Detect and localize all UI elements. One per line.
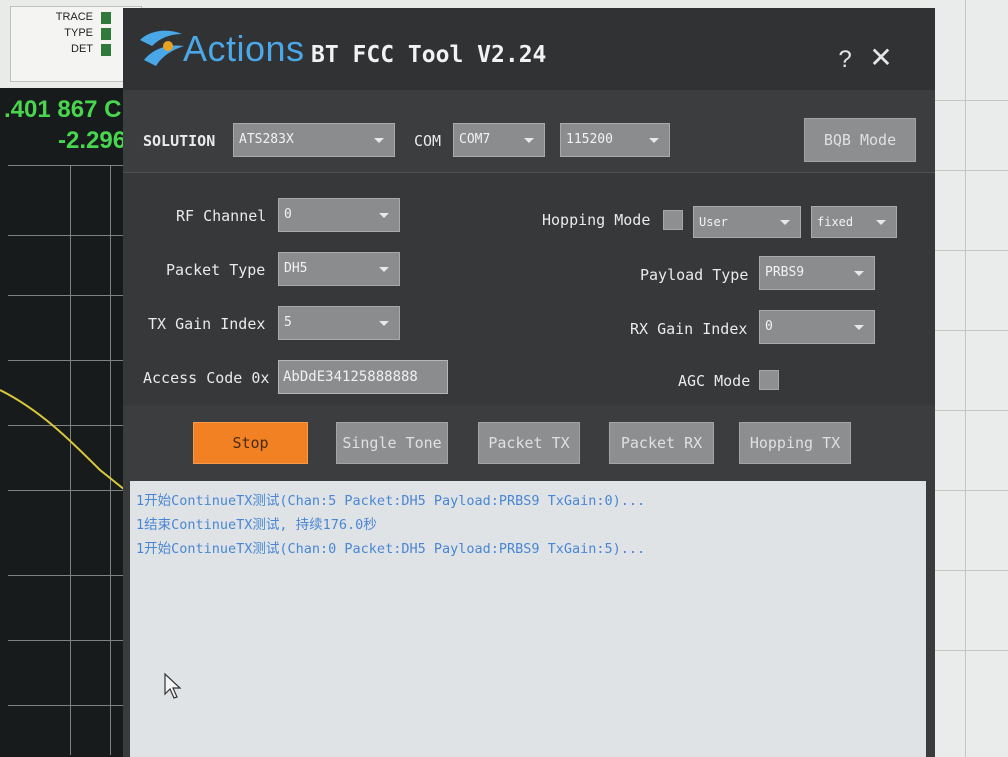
chevron-down-icon	[649, 138, 659, 143]
log-output[interactable]: 1开始ContinueTX测试(Chan:5 Packet:DH5 Payloa…	[130, 481, 926, 757]
baud-select[interactable]: 115200	[560, 123, 670, 157]
solution-select[interactable]: ATS283X	[233, 123, 395, 157]
trace-label: TRACE	[55, 11, 93, 23]
connection-bar: SOLUTION ATS283X COM COM7 115200 BQB Mod…	[123, 90, 935, 173]
chevron-down-icon	[374, 138, 384, 143]
rx-gain-select[interactable]: 0	[759, 310, 875, 344]
com-label: COM	[414, 132, 442, 150]
log-line: 1开始ContinueTX测试(Chan:0 Packet:DH5 Payloa…	[136, 541, 646, 557]
marker-frequency: .401 867 C	[4, 96, 122, 123]
spectrum-trace	[0, 389, 126, 491]
chevron-down-icon	[379, 321, 389, 326]
payload-type-select[interactable]: PRBS9	[759, 256, 875, 290]
tx-gain-value: 5	[284, 315, 292, 330]
mouse-cursor-icon	[164, 672, 182, 699]
tx-gain-label: TX Gain Index	[148, 315, 266, 333]
packet-type-value: DH5	[284, 261, 308, 276]
payload-type-value: PRBS9	[765, 265, 805, 280]
chevron-down-icon	[854, 325, 864, 330]
rf-channel-label: RF Channel	[176, 207, 267, 225]
access-code-label: Access Code 0x	[143, 369, 270, 387]
chevron-down-icon	[876, 220, 886, 225]
baud-value: 115200	[566, 132, 613, 147]
brand-name: Actions	[183, 28, 305, 69]
chevron-down-icon	[379, 213, 389, 218]
chevron-down-icon	[854, 271, 864, 276]
test-parameters: RF Channel 0 Packet Type DH5 TX Gain Ind…	[123, 173, 935, 405]
payload-type-label: Payload Type	[640, 266, 749, 284]
packet-rx-button[interactable]: Packet RX	[609, 422, 714, 464]
access-code-input[interactable]: AbDdE34125888888	[278, 360, 448, 394]
rx-gain-label: RX Gain Index	[630, 320, 748, 338]
det-label: DET	[71, 43, 93, 55]
det-tag	[101, 44, 111, 56]
close-button[interactable]: ✕	[869, 44, 893, 72]
actions-logo-icon	[140, 30, 184, 66]
packet-tx-button[interactable]: Packet TX	[478, 422, 580, 464]
chevron-down-icon	[379, 267, 389, 272]
agc-mode-checkbox[interactable]	[759, 370, 779, 390]
chevron-down-icon	[524, 138, 534, 143]
rf-channel-select[interactable]: 0	[278, 198, 400, 232]
packet-type-select[interactable]: DH5	[278, 252, 400, 286]
sheet-line	[965, 0, 966, 757]
type-label: TYPE	[64, 27, 93, 39]
com-value: COM7	[459, 132, 491, 147]
solution-value: ATS283X	[239, 132, 294, 147]
fcc-tool-window: Actions BT FCC Tool V2.24 ? ✕ SOLUTION A…	[123, 8, 935, 757]
chevron-down-icon	[780, 220, 790, 225]
window-title: BT FCC Tool V2.24	[311, 42, 547, 68]
stop-button[interactable]: Stop	[193, 422, 308, 464]
rx-gain-value: 0	[765, 319, 773, 334]
hopping-mode-checkbox[interactable]	[663, 210, 683, 230]
hopping-fixed-value: fixed	[817, 215, 854, 229]
solution-label: SOLUTION	[143, 132, 216, 150]
log-line: 1开始ContinueTX测试(Chan:5 Packet:DH5 Payloa…	[136, 493, 646, 509]
hopping-fixed-select[interactable]: fixed	[811, 206, 897, 238]
hopping-tx-button[interactable]: Hopping TX	[739, 422, 851, 464]
hopping-mode-label: Hopping Mode	[542, 211, 651, 229]
hopping-user-value: User	[699, 215, 728, 229]
com-select[interactable]: COM7	[453, 123, 545, 157]
rf-channel-value: 0	[284, 207, 292, 222]
trace-tag	[101, 12, 111, 24]
title-bar: Actions BT FCC Tool V2.24 ? ✕	[123, 8, 935, 90]
help-button[interactable]: ?	[835, 46, 855, 74]
type-tag	[101, 28, 111, 40]
packet-type-label: Packet Type	[166, 261, 266, 279]
agc-mode-label: AGC Mode	[678, 372, 751, 390]
tx-gain-select[interactable]: 5	[278, 306, 400, 340]
action-bar: Stop Single Tone Packet TX Packet RX Hop…	[123, 406, 935, 480]
log-line: 1结束ContinueTX测试, 持续176.0秒	[136, 517, 377, 533]
single-tone-button[interactable]: Single Tone	[336, 422, 448, 464]
bqb-mode-button[interactable]: BQB Mode	[804, 118, 916, 162]
hopping-user-select[interactable]: User	[693, 206, 801, 238]
